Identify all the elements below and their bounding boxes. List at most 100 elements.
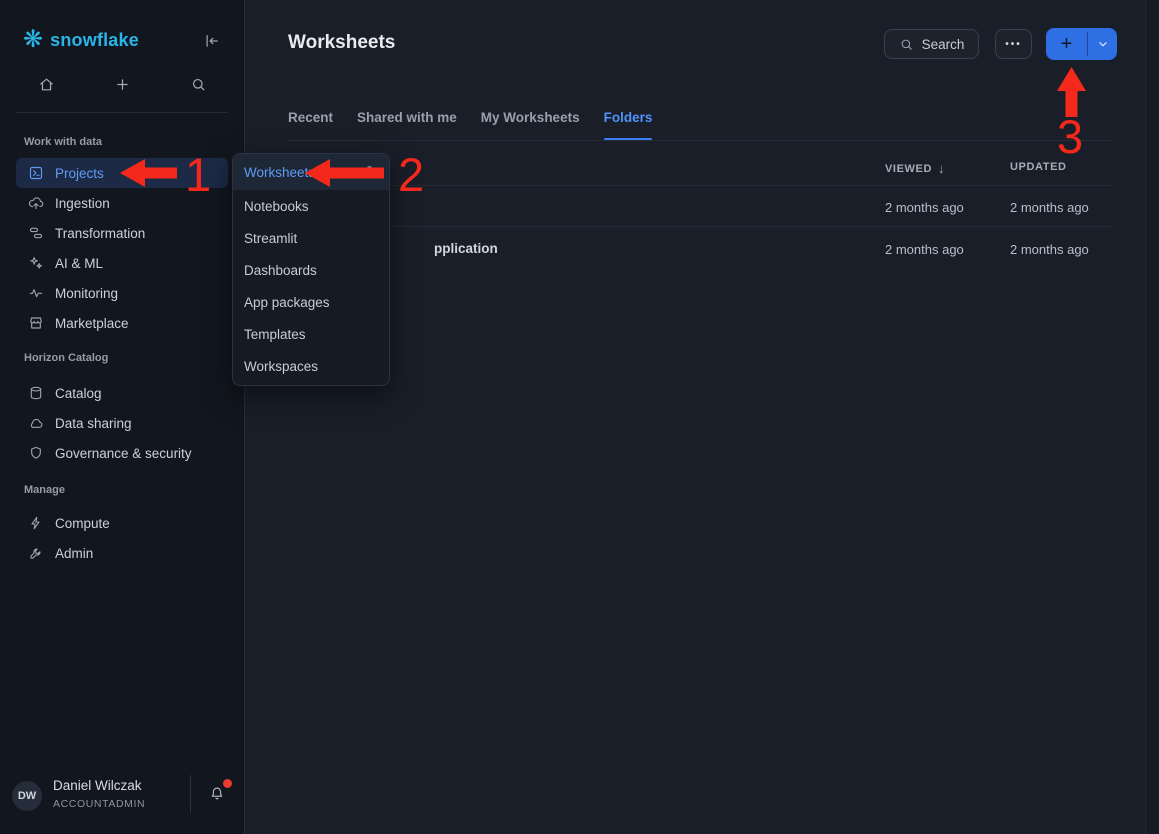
monitoring-pulse-icon: [28, 285, 44, 301]
new-worksheet-dropdown-button[interactable]: [1088, 28, 1117, 60]
search-button[interactable]: Search: [884, 29, 979, 59]
snowflake-logo-icon: ❋: [23, 28, 43, 52]
collapse-sidebar-icon: [203, 32, 221, 50]
ai-ml-sparkles-icon: [28, 255, 44, 271]
menu-item-label: Streamlit: [244, 231, 297, 246]
sidebar-item-label: Projects: [55, 166, 104, 181]
page-title: Worksheets: [288, 32, 395, 54]
projects-flyout-menu: Worksheets Notebooks Streamlit Dashboard…: [232, 153, 390, 386]
tab-label: Folders: [604, 110, 653, 125]
tabs-divider: [288, 140, 1113, 141]
snowsight-window: ❋ snowflake Work with data: [0, 0, 1159, 834]
tab-label: My Worksheets: [481, 110, 580, 125]
snowflake-logo: ❋ snowflake: [23, 28, 139, 52]
menu-item-label: Workspaces: [244, 359, 318, 374]
sidebar-nav: Work with data Projects Ingestion Transf…: [0, 132, 244, 568]
tab-recent[interactable]: Recent: [288, 108, 333, 141]
snowflake-logo-text: snowflake: [50, 30, 139, 51]
projects-icon: [28, 165, 44, 181]
sidebar-item-monitoring[interactable]: Monitoring: [16, 278, 228, 308]
new-worksheet-split-button: +: [1046, 28, 1117, 60]
menu-item-label: Dashboards: [244, 263, 317, 278]
nav-section-work-with-data: Work with data Projects Ingestion Transf…: [0, 132, 244, 338]
column-label: UPDATED: [1010, 161, 1067, 173]
column-label: VIEWED: [885, 163, 932, 175]
tab-folders[interactable]: Folders: [604, 108, 653, 141]
ellipsis-icon: •••: [1005, 39, 1022, 50]
menu-item-dashboards[interactable]: Dashboards: [233, 254, 389, 286]
sidebar-item-ai-ml[interactable]: AI & ML: [16, 248, 228, 278]
column-header-viewed[interactable]: VIEWED ↓: [885, 161, 945, 176]
sort-desc-icon: ↓: [938, 161, 945, 176]
notification-dot: [223, 779, 232, 788]
menu-item-templates[interactable]: Templates: [233, 318, 389, 350]
nav-section-horizon-catalog: Horizon Catalog Catalog Data sharing Gov…: [0, 348, 244, 468]
menu-item-workspaces[interactable]: Workspaces: [233, 350, 389, 382]
wrench-icon: [28, 545, 44, 561]
sidebar-divider: [16, 112, 228, 113]
menu-item-app-packages[interactable]: App packages: [233, 286, 389, 318]
main-content: Worksheets Search ••• + Recent Shared wi…: [246, 0, 1159, 834]
sidebar-item-label: Catalog: [55, 386, 102, 401]
sidebar-item-label: Marketplace: [55, 316, 129, 331]
quick-search-button[interactable]: [182, 68, 214, 100]
quick-add-button[interactable]: [106, 68, 138, 100]
plus-icon: +: [1061, 33, 1073, 56]
user-area: DW Daniel Wilczak ACCOUNTADMIN: [0, 772, 244, 834]
sidebar-item-label: Data sharing: [55, 416, 132, 431]
shield-icon: [28, 445, 44, 461]
pin-button[interactable]: [362, 164, 377, 179]
search-icon: [190, 76, 207, 93]
sidebar-quickbar: [16, 68, 228, 100]
ingestion-icon: [28, 195, 44, 211]
user-role: ACCOUNTADMIN: [53, 798, 145, 810]
column-header-updated[interactable]: UPDATED: [1010, 161, 1067, 173]
folder-name: pplication: [434, 241, 498, 256]
scrollbar-gutter: [1145, 0, 1159, 834]
sidebar-item-admin[interactable]: Admin: [16, 538, 228, 568]
sidebar-item-label: Ingestion: [55, 196, 110, 211]
tab-my-worksheets[interactable]: My Worksheets: [481, 108, 580, 141]
tab-label: Recent: [288, 110, 333, 125]
sidebar-item-label: Compute: [55, 516, 110, 531]
menu-item-label: Worksheets: [244, 165, 315, 180]
tab-shared-with-me[interactable]: Shared with me: [357, 108, 457, 141]
menu-item-notebooks[interactable]: Notebooks: [233, 190, 389, 222]
sidebar-item-label: AI & ML: [55, 256, 103, 271]
sidebar-item-marketplace[interactable]: Marketplace: [16, 308, 228, 338]
transformation-icon: [28, 225, 44, 241]
section-label: Work with data: [0, 132, 244, 152]
sidebar-item-compute[interactable]: Compute: [16, 508, 228, 538]
sidebar: ❋ snowflake Work with data: [0, 0, 245, 834]
user-avatar[interactable]: DW: [12, 781, 42, 811]
updated-cell: 2 months ago: [1010, 242, 1089, 257]
tab-label: Shared with me: [357, 110, 457, 125]
sidebar-collapse-button[interactable]: [201, 30, 223, 52]
sidebar-item-governance-security[interactable]: Governance & security: [16, 438, 228, 468]
bell-icon: [208, 785, 226, 803]
pin-icon: [362, 164, 377, 179]
folder-row[interactable]: pplication 2 months ago 2 months ago: [288, 228, 1113, 269]
sidebar-item-ingestion[interactable]: Ingestion: [16, 188, 228, 218]
home-button[interactable]: [30, 68, 62, 100]
sidebar-item-catalog[interactable]: Catalog: [16, 378, 228, 408]
nav-section-manage: Manage Compute Admin: [0, 480, 244, 568]
sidebar-item-transformation[interactable]: Transformation: [16, 218, 228, 248]
sidebar-item-projects[interactable]: Projects: [16, 158, 228, 188]
new-worksheet-button[interactable]: +: [1046, 28, 1087, 60]
search-button-label: Search: [922, 37, 965, 52]
user-divider: [190, 775, 191, 813]
plus-icon: [114, 76, 131, 93]
folder-row[interactable]: 2 months ago 2 months ago: [288, 186, 1113, 227]
sidebar-item-data-sharing[interactable]: Data sharing: [16, 408, 228, 438]
more-actions-button[interactable]: •••: [995, 29, 1032, 59]
worksheets-tabs: Recent Shared with me My Worksheets Fold…: [288, 108, 652, 141]
menu-item-worksheets[interactable]: Worksheets: [233, 154, 389, 190]
notifications-button[interactable]: [205, 782, 231, 808]
search-icon: [899, 37, 914, 52]
sidebar-item-label: Transformation: [55, 226, 145, 241]
menu-item-streamlit[interactable]: Streamlit: [233, 222, 389, 254]
viewed-cell: 2 months ago: [885, 200, 964, 215]
chevron-down-icon: [1096, 37, 1110, 51]
user-name: Daniel Wilczak: [53, 778, 142, 793]
